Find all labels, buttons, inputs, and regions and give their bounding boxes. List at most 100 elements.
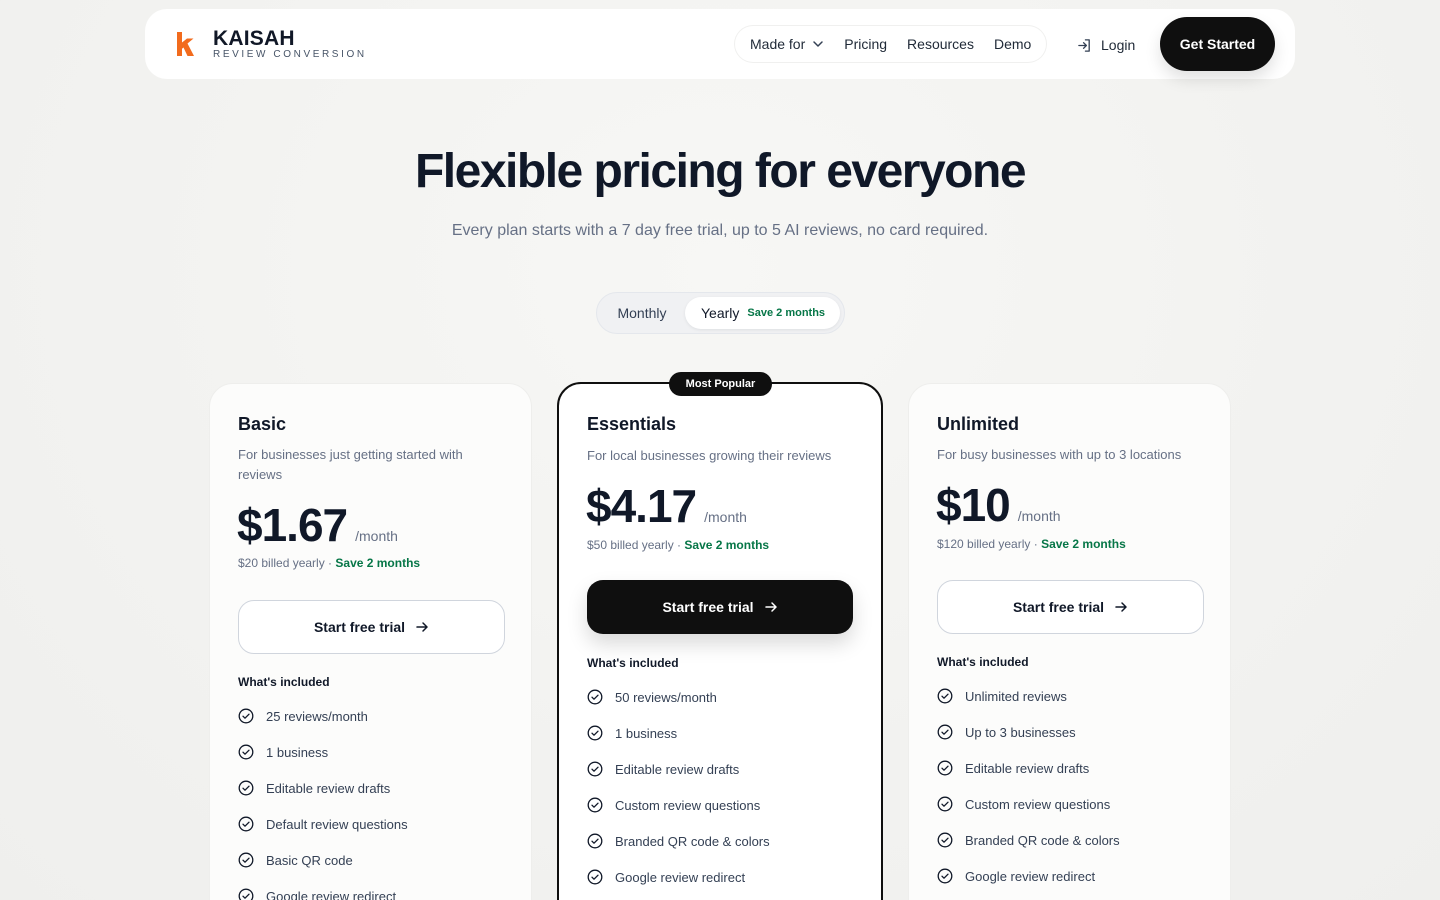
feature-label: Custom review questions bbox=[615, 797, 761, 813]
check-circle-icon bbox=[238, 708, 254, 724]
arrow-right-icon bbox=[416, 622, 428, 632]
list-item: 1 business bbox=[587, 715, 770, 751]
list-item: Up to 3 businesses bbox=[937, 714, 1120, 750]
plan-card-unlimited: Unlimited For busy businesses with up to… bbox=[908, 383, 1231, 900]
list-item: 1 business bbox=[238, 734, 408, 770]
feature-list: 25 reviews/month 1 business Editable rev… bbox=[238, 698, 408, 900]
logo-icon[interactable] bbox=[163, 22, 207, 66]
brand-name[interactable]: KAISAH bbox=[213, 27, 295, 51]
start-trial-button[interactable]: Start free trial bbox=[238, 600, 505, 654]
billed-amount: $120 billed yearly · bbox=[937, 537, 1042, 551]
nav-pricing[interactable]: Pricing bbox=[844, 36, 887, 52]
start-trial-button[interactable]: Start free trial bbox=[937, 580, 1204, 634]
page-title: Flexible pricing for everyone bbox=[414, 145, 1027, 198]
feature-list: 50 reviews/month 1 business Editable rev… bbox=[587, 679, 770, 895]
price-period: /month bbox=[1017, 508, 1061, 524]
save-note: Save 2 months bbox=[1041, 537, 1126, 551]
feature-label: 1 business bbox=[615, 725, 678, 741]
check-circle-icon bbox=[937, 868, 953, 884]
list-item: Branded QR code & colors bbox=[587, 823, 770, 859]
plan-name: Essentials bbox=[587, 414, 677, 434]
included-heading: What's included bbox=[238, 675, 330, 689]
feature-label: Google review redirect bbox=[965, 868, 1096, 884]
start-trial-label: Start free trial bbox=[313, 619, 406, 635]
feature-label: Editable review drafts bbox=[266, 780, 391, 796]
check-circle-icon bbox=[238, 780, 254, 796]
nav-made-for[interactable]: Made for bbox=[750, 36, 824, 52]
list-item: Custom review questions bbox=[587, 787, 770, 823]
feature-label: Branded QR code & colors bbox=[965, 832, 1120, 848]
list-item: Google review redirect bbox=[238, 878, 408, 900]
price-row: $1.67 /month bbox=[237, 498, 398, 552]
included-heading: What's included bbox=[587, 656, 679, 670]
billed-amount: $50 billed yearly · bbox=[587, 538, 685, 552]
feature-label: Up to 3 businesses bbox=[965, 724, 1076, 740]
price-row: $10 /month bbox=[936, 478, 1061, 532]
nav-resources[interactable]: Resources bbox=[907, 36, 974, 52]
arrow-right-icon bbox=[1115, 602, 1127, 612]
plan-name: Basic bbox=[238, 414, 287, 434]
get-started-button[interactable]: Get Started bbox=[1160, 17, 1275, 71]
feature-label: Unlimited reviews bbox=[965, 688, 1067, 704]
check-circle-icon bbox=[238, 852, 254, 868]
list-item: Google review redirect bbox=[937, 858, 1120, 894]
feature-label: Branded QR code & colors bbox=[615, 833, 770, 849]
billing-toggle: Monthly Yearly Save 2 months bbox=[596, 292, 845, 334]
feature-label: Google review redirect bbox=[266, 888, 397, 900]
feature-label: Custom review questions bbox=[965, 796, 1111, 812]
feature-label: 25 reviews/month bbox=[266, 708, 368, 724]
check-circle-icon bbox=[937, 760, 953, 776]
plan-description: For businesses just getting started with… bbox=[238, 447, 463, 482]
list-item: 25 reviews/month bbox=[238, 698, 408, 734]
plan-card-basic: Basic For businesses just getting starte… bbox=[209, 383, 532, 900]
login-label: Login bbox=[1101, 37, 1136, 53]
billed-amount: $20 billed yearly · bbox=[238, 556, 336, 570]
plan-description: For local businesses growing their revie… bbox=[587, 448, 832, 463]
login-icon bbox=[1078, 38, 1090, 52]
check-circle-icon bbox=[587, 797, 603, 813]
check-circle-icon bbox=[587, 869, 603, 885]
feature-label: 50 reviews/month bbox=[615, 689, 717, 705]
list-item: Default review questions bbox=[238, 806, 408, 842]
list-item: Basic QR code bbox=[238, 842, 408, 878]
plan-price: $4.17 bbox=[586, 480, 697, 532]
most-popular-badge: Most Popular bbox=[669, 372, 772, 396]
save-note: Save 2 months bbox=[684, 538, 770, 552]
start-trial-button[interactable]: Start free trial bbox=[587, 580, 853, 634]
yearly-save-badge: Save 2 months bbox=[747, 307, 826, 319]
start-trial-label: Start free trial bbox=[662, 599, 754, 615]
chevron-down-icon bbox=[813, 41, 823, 47]
plan-price: $1.67 bbox=[237, 499, 348, 551]
feature-label: Editable review drafts bbox=[965, 760, 1090, 776]
feature-label: Basic QR code bbox=[266, 852, 353, 868]
feature-list: Unlimited reviews Up to 3 businesses Edi… bbox=[937, 678, 1120, 894]
feature-label: Default review questions bbox=[266, 816, 408, 832]
check-circle-icon bbox=[937, 724, 953, 740]
plan-description: For busy businesses with up to 3 locatio… bbox=[937, 447, 1182, 462]
list-item: 50 reviews/month bbox=[587, 679, 770, 715]
price-period: /month bbox=[355, 528, 398, 544]
list-item: Editable review drafts bbox=[238, 770, 408, 806]
login-button[interactable]: Login bbox=[1077, 34, 1135, 56]
toggle-yearly[interactable]: Yearly Save 2 months bbox=[685, 297, 840, 329]
check-circle-icon bbox=[587, 725, 603, 741]
check-circle-icon bbox=[937, 796, 953, 812]
check-circle-icon bbox=[587, 689, 603, 705]
price-period: /month bbox=[704, 509, 747, 525]
billing-note: $120 billed yearly · Save 2 months bbox=[937, 537, 1126, 551]
plan-price: $10 bbox=[936, 479, 1011, 531]
check-circle-icon bbox=[238, 888, 254, 900]
check-circle-icon bbox=[587, 833, 603, 849]
check-circle-icon bbox=[238, 816, 254, 832]
feature-label: 1 business bbox=[266, 744, 329, 760]
check-circle-icon bbox=[587, 761, 603, 777]
top-nav: KAISAH REVIEW CONVERSION Made for Pricin… bbox=[145, 9, 1295, 79]
nav-demo[interactable]: Demo bbox=[994, 36, 1031, 52]
list-item: Editable review drafts bbox=[587, 751, 770, 787]
plan-card-essentials: Most Popular Essentials For local busine… bbox=[557, 372, 883, 900]
toggle-yearly-label: Yearly bbox=[701, 305, 740, 321]
toggle-monthly[interactable]: Monthly bbox=[597, 293, 687, 333]
included-heading: What's included bbox=[937, 655, 1029, 669]
check-circle-icon bbox=[937, 832, 953, 848]
save-note: Save 2 months bbox=[335, 556, 421, 570]
